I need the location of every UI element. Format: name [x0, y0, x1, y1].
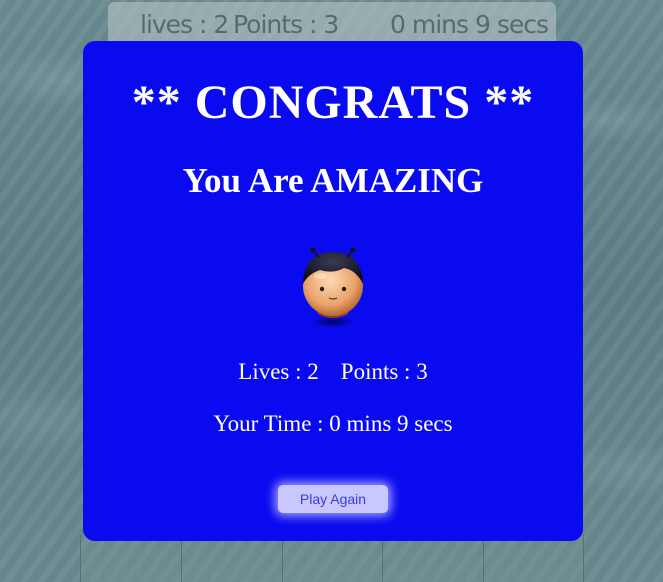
- lives-label: Lives : 2: [238, 359, 319, 384]
- points-label: Points : 3: [340, 359, 428, 384]
- grid-cell: [483, 535, 584, 582]
- character-icon: [298, 244, 368, 330]
- score-summary: Lives : 2 Points : 3: [83, 359, 583, 385]
- modal-subtitle: You Are AMAZING: [182, 161, 484, 200]
- modal-title: ** CONGRATS **: [131, 76, 535, 129]
- grid-cell: [180, 535, 282, 582]
- time-label: Your Time : 0 mins 9 secs: [213, 411, 453, 436]
- grid-cell: [80, 535, 181, 582]
- status-lives: lives : 2: [140, 10, 229, 39]
- congrats-modal: ** CONGRATS ** You Are AMAZING Lives: 2…: [83, 41, 583, 541]
- game-grid: [80, 535, 584, 582]
- status-time: 0 mins 9 secs: [390, 10, 549, 39]
- grid-cell: [382, 535, 484, 582]
- status-points: Points : 3: [233, 10, 339, 39]
- play-again-button[interactable]: Play Again: [278, 485, 388, 513]
- grid-cell: [281, 535, 383, 582]
